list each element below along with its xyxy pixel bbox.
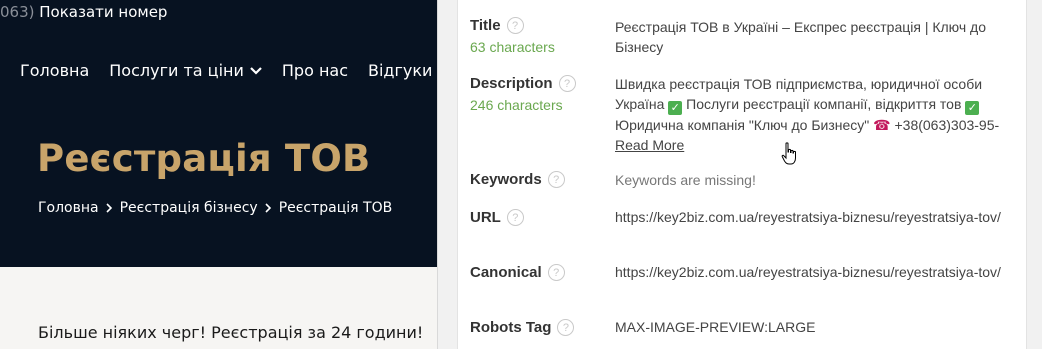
description-phone: +38(063)303-95-	[894, 117, 1000, 133]
description-text-3: Юридична компанія "Ключ до Бизнесу"	[615, 117, 870, 133]
nav-label: Головна	[20, 61, 90, 80]
description-value: Швидка реєстрація ТОВ підприємства, юрид…	[615, 74, 1020, 155]
keywords-row: Keywords ?	[470, 171, 565, 188]
topbar: 063) Показати номер	[0, 3, 167, 21]
keywords-label: Keywords ?	[470, 171, 565, 188]
description-char-count: 246 characters	[470, 97, 563, 113]
question-circle-icon[interactable]: ?	[506, 209, 524, 226]
robots-row: Robots Tag ?	[470, 319, 575, 336]
website-view: 063) Показати номер Головна Послуги та ц…	[0, 0, 437, 349]
url-value: https://key2biz.com.ua/reyestratsiya-biz…	[615, 209, 1001, 225]
hand-pointer-icon	[781, 142, 796, 165]
breadcrumb: Головна Реєстрація бізнесу Реєстрація ТО…	[38, 200, 392, 216]
chevron-right-icon	[106, 203, 113, 213]
label-text: Description	[470, 75, 553, 92]
canonical-row: Canonical ?	[470, 264, 565, 281]
canonical-value: https://key2biz.com.ua/reyestratsiya-biz…	[615, 264, 1001, 280]
chevron-right-icon	[265, 203, 272, 213]
window-edge	[1027, 0, 1042, 349]
description-row: Description ? 246 characters	[470, 75, 576, 113]
title-value: Реєстрація ТОВ в Україні – Експрес реєст…	[615, 19, 987, 55]
site-header-background	[0, 0, 437, 267]
robots-label: Robots Tag ?	[470, 319, 575, 336]
nav-item-home[interactable]: Головна	[20, 61, 89, 80]
green-check-icon: ✓	[965, 101, 980, 115]
page-title: Реєстрація ТОВ	[37, 137, 371, 180]
title-label: Title ?	[470, 17, 555, 34]
url-row: URL ?	[470, 209, 524, 226]
breadcrumb-current: Реєстрація ТОВ	[278, 200, 393, 216]
main-nav: Головна Послуги та ціни Про нас Відгуки	[20, 61, 437, 80]
telephone-icon: ☎	[873, 117, 891, 133]
description-text-2: Послуги реєстрації компанії, відкриття т…	[686, 96, 962, 112]
nav-item-reviews[interactable]: Відгуки	[368, 61, 432, 80]
question-circle-icon[interactable]: ?	[558, 75, 576, 92]
breadcrumb-business[interactable]: Реєстрація бізнесу	[120, 200, 258, 216]
label-text: Robots Tag	[470, 319, 552, 336]
keywords-value: Keywords are missing!	[615, 172, 756, 188]
label-text: Keywords	[470, 171, 542, 188]
seo-meta-panel: Title ? 63 characters Реєстрація ТОВ в У…	[457, 0, 1027, 349]
phone-fragment: 063)	[0, 3, 35, 21]
label-text: Title	[470, 17, 501, 34]
question-circle-icon[interactable]: ?	[557, 319, 575, 336]
question-circle-icon[interactable]: ?	[506, 17, 524, 34]
nav-label: Послуги та ціни	[109, 61, 244, 80]
url-label: URL ?	[470, 209, 524, 226]
label-text: URL	[470, 209, 501, 226]
show-number-link[interactable]: Показати номер	[39, 3, 167, 21]
title-row: Title ? 63 characters	[470, 17, 555, 55]
canonical-label: Canonical ?	[470, 264, 565, 281]
breadcrumb-home[interactable]: Головна	[38, 200, 99, 216]
robots-value: MAX-IMAGE-PREVIEW:LARGE	[615, 319, 816, 335]
nav-label: Про нас	[281, 61, 348, 80]
question-circle-icon[interactable]: ?	[547, 264, 565, 281]
description-label: Description ?	[470, 75, 576, 92]
nav-label: Відгуки	[368, 61, 433, 80]
read-more-link[interactable]: Read More	[615, 137, 684, 153]
panel-gutter	[437, 0, 457, 349]
promo-text: Більше ніяких черг! Реєстрація за 24 год…	[38, 323, 424, 342]
nav-item-about[interactable]: Про нас	[282, 61, 348, 80]
nav-item-services[interactable]: Послуги та ціни	[109, 61, 262, 80]
green-check-icon: ✓	[668, 101, 683, 115]
title-char-count: 63 characters	[470, 39, 555, 55]
chevron-down-icon	[250, 66, 262, 75]
label-text: Canonical	[470, 264, 542, 281]
question-circle-icon[interactable]: ?	[547, 171, 565, 188]
